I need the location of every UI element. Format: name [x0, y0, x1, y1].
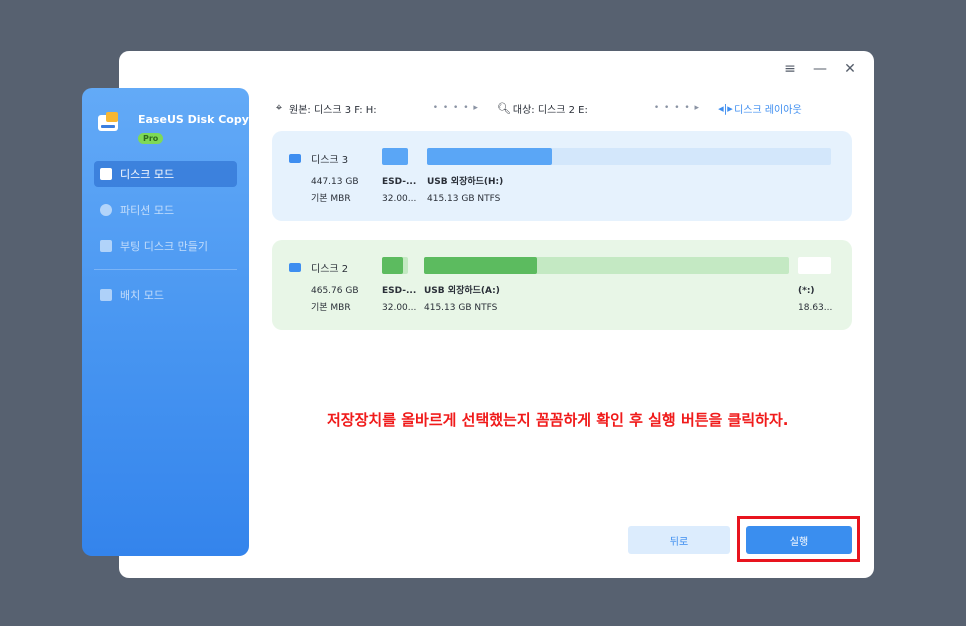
back-button[interactable]: 뒤로	[628, 526, 730, 554]
run-button-highlight	[737, 516, 860, 562]
source-label: 원본: 디스크 3 F: H:	[289, 104, 377, 116]
path-bar: ⌖ 원본: 디스크 3 F: H: • • • • ▸ 🔍︎ 대상: 디스크 2…	[273, 100, 833, 116]
partition-info: 415.13 GB NTFS	[424, 303, 498, 313]
sidebar-item-partition-mode[interactable]: 파티션 모드	[94, 197, 237, 223]
target-disk-card[interactable]: 디스크 2 465.76 GB 기본 MBR ESD-... 32.00... …	[272, 240, 852, 330]
disk-type: 기본 MBR	[311, 194, 351, 204]
target-search-icon: 🔍︎	[496, 101, 511, 115]
sidebar-nav: 디스크 모드 파티션 모드 부팅 디스크 만들기 배치 모드	[94, 161, 237, 318]
disk-icon	[289, 154, 301, 163]
source-disk-name: 디스크 3	[311, 155, 349, 166]
partition-used-fill	[427, 148, 553, 165]
window-controls: ≡ — ✕	[782, 61, 858, 77]
app-logo-icon	[98, 112, 122, 134]
target-disk-name: 디스크 2	[311, 264, 349, 275]
partition-name: (*:)	[798, 286, 815, 296]
sidebar-item-disk-mode[interactable]: 디스크 모드	[94, 161, 237, 187]
annotation-text: 저장장치를 올바르게 선택했는지 꼼꼼하게 확인 후 실행 버튼을 클릭하자.	[327, 411, 789, 429]
minimize-icon[interactable]: —	[812, 61, 828, 77]
partition-used-fill	[382, 257, 403, 274]
partition-used-fill	[424, 257, 538, 274]
partition-name: ESD-...	[382, 286, 417, 296]
disk-type: 기본 MBR	[311, 303, 351, 313]
sidebar-item-label: 부팅 디스크 만들기	[120, 240, 208, 253]
menu-icon[interactable]: ≡	[782, 61, 798, 77]
source-disk-card[interactable]: 디스크 3 447.13 GB 기본 MBR ESD-... 32.00... …	[272, 131, 852, 221]
close-icon[interactable]: ✕	[842, 61, 858, 77]
brand: EaseUS Disk Copy Pro	[98, 110, 249, 145]
pro-badge: Pro	[138, 133, 164, 144]
partition-bar-esd[interactable]	[382, 257, 408, 274]
disk-layout-link[interactable]: 디스크 레이아웃	[734, 101, 802, 116]
disk-size: 447.13 GB	[311, 177, 359, 187]
arrow-dots: • • • • ▸	[653, 103, 701, 113]
partition-info: 415.13 GB NTFS	[427, 194, 501, 204]
partition-bar-esd[interactable]	[382, 148, 408, 165]
partition-mode-icon	[100, 204, 112, 216]
disk-name: 디스크 3	[289, 151, 348, 166]
disk-size: 465.76 GB	[311, 286, 359, 296]
disk-mode-icon	[100, 168, 112, 180]
sidebar-item-batch-mode[interactable]: 배치 모드	[94, 282, 237, 308]
arrow-dots: • • • • ▸	[432, 103, 479, 113]
sidebar: EaseUS Disk Copy Pro 디스크 모드 파티션 모드 부팅 디스…	[82, 88, 249, 556]
sidebar-item-label: 디스크 모드	[120, 168, 175, 181]
partition-bar-unallocated[interactable]	[798, 257, 831, 274]
sidebar-item-boot-disk[interactable]: 부팅 디스크 만들기	[94, 233, 237, 259]
partition-name: USB 외장하드(H:)	[427, 177, 504, 187]
sidebar-item-label: 파티션 모드	[120, 204, 175, 217]
partition-bar-usb[interactable]	[427, 148, 831, 165]
disk-name: 디스크 2	[289, 260, 348, 275]
disk-icon	[289, 263, 301, 272]
source-target-icon: ⌖	[275, 101, 283, 114]
app-name: EaseUS Disk Copy	[138, 113, 249, 126]
partition-size: 32.00...	[382, 194, 417, 204]
partition-size: 18.63...	[798, 303, 833, 313]
sidebar-divider	[94, 269, 237, 270]
target-label: 대상: 디스크 2 E:	[512, 104, 588, 116]
layout-icon: ◂|▸	[718, 101, 733, 115]
sidebar-item-label: 배치 모드	[120, 289, 164, 302]
partition-name: ESD-...	[382, 177, 417, 187]
partition-bar-usb[interactable]	[424, 257, 789, 274]
boot-disk-icon	[100, 240, 112, 252]
partition-size: 32.00...	[382, 303, 417, 313]
partition-name: USB 외장하드(A:)	[424, 286, 500, 296]
batch-mode-icon	[100, 289, 112, 301]
